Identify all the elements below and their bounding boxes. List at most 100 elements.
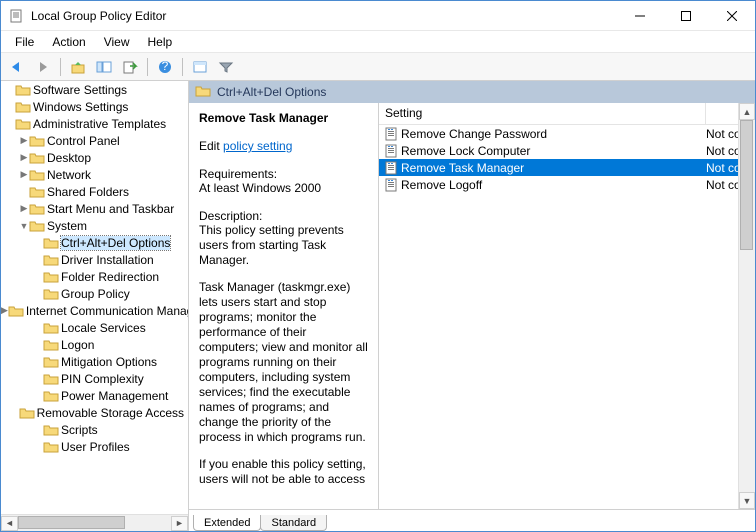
toolbar-up-button[interactable] bbox=[66, 56, 90, 78]
description-paragraph: If you enable this policy setting, users… bbox=[199, 457, 368, 487]
menu-view[interactable]: View bbox=[96, 33, 138, 51]
tree-item-label: Mitigation Options bbox=[61, 355, 157, 369]
tree-caret-icon[interactable]: ▶ bbox=[19, 152, 29, 163]
list-body[interactable]: Remove Change PasswordNot configuredRemo… bbox=[379, 125, 738, 509]
window-title: Local Group Policy Editor bbox=[31, 9, 617, 23]
list-row[interactable]: Remove Lock ComputerNot configured bbox=[379, 142, 738, 159]
tree-item[interactable]: Shared Folders bbox=[1, 183, 188, 200]
tree-item-label: Locale Services bbox=[61, 321, 146, 335]
scroll-up-button[interactable]: ▲ bbox=[739, 103, 755, 120]
close-button[interactable] bbox=[709, 1, 755, 31]
description-paragraph: Task Manager (taskmgr.exe) lets users st… bbox=[199, 280, 368, 445]
folder-icon bbox=[43, 287, 59, 301]
folder-icon bbox=[43, 321, 59, 335]
tree-view[interactable]: Software SettingsWindows SettingsAdminis… bbox=[1, 81, 188, 514]
tab-extended[interactable]: Extended bbox=[193, 515, 261, 531]
scroll-left-button[interactable]: ◄ bbox=[1, 516, 18, 531]
tree-item-label: Group Policy bbox=[61, 287, 130, 301]
toolbar-forward-button[interactable] bbox=[31, 56, 55, 78]
tree-caret-icon[interactable]: ▼ bbox=[19, 221, 29, 231]
tree-item[interactable]: ▼System bbox=[1, 217, 188, 234]
folder-icon bbox=[195, 84, 211, 101]
tree-item-label: User Profiles bbox=[61, 440, 130, 454]
folder-icon bbox=[43, 338, 59, 352]
list-row[interactable]: Remove LogoffNot configured bbox=[379, 176, 738, 193]
tree-item[interactable]: Administrative Templates bbox=[1, 115, 188, 132]
tree-item[interactable]: Locale Services bbox=[1, 319, 188, 336]
content-split: Remove Task Manager Edit policy setting … bbox=[189, 103, 755, 509]
tree-item[interactable]: Group Policy bbox=[1, 285, 188, 302]
policy-icon bbox=[379, 161, 399, 175]
list-row[interactable]: Remove Change PasswordNot configured bbox=[379, 125, 738, 142]
menu-bar: File Action View Help bbox=[1, 31, 755, 53]
toolbar-export-button[interactable] bbox=[118, 56, 142, 78]
tree-item[interactable]: Windows Settings bbox=[1, 98, 188, 115]
tree-item[interactable]: ▶Internet Communication Management bbox=[1, 302, 188, 319]
folder-icon bbox=[15, 83, 31, 97]
scroll-track[interactable] bbox=[18, 516, 171, 531]
column-header-setting[interactable]: Setting bbox=[379, 103, 706, 124]
policy-icon bbox=[379, 144, 399, 158]
toolbar: ? bbox=[1, 53, 755, 81]
tree-item[interactable]: User Profiles bbox=[1, 438, 188, 455]
location-title: Ctrl+Alt+Del Options bbox=[217, 85, 326, 99]
column-header-state[interactable] bbox=[706, 103, 738, 124]
tree-item[interactable]: Folder Redirection bbox=[1, 268, 188, 285]
tree-item[interactable]: ▶Network bbox=[1, 166, 188, 183]
list-row-state: Not configured bbox=[706, 178, 738, 192]
scroll-right-button[interactable]: ► bbox=[171, 516, 188, 531]
scroll-thumb[interactable] bbox=[740, 120, 753, 250]
maximize-button[interactable] bbox=[663, 1, 709, 31]
tree-caret-icon[interactable]: ▶ bbox=[19, 203, 29, 214]
toolbar-show-hide-tree-button[interactable] bbox=[92, 56, 116, 78]
tree-item[interactable]: PIN Complexity bbox=[1, 370, 188, 387]
folder-icon bbox=[8, 304, 24, 318]
tree-item-label: Folder Redirection bbox=[61, 270, 159, 284]
tree-item[interactable]: Mitigation Options bbox=[1, 353, 188, 370]
tree-item[interactable]: Logon bbox=[1, 336, 188, 353]
toolbar-help-button[interactable]: ? bbox=[153, 56, 177, 78]
tree-caret-icon[interactable]: ▶ bbox=[1, 305, 8, 316]
tree-item-label: PIN Complexity bbox=[61, 372, 144, 386]
minimize-button[interactable] bbox=[617, 1, 663, 31]
tree-item[interactable]: ▶Desktop bbox=[1, 149, 188, 166]
folder-icon bbox=[19, 406, 35, 420]
tree-item[interactable]: Power Management bbox=[1, 387, 188, 404]
folder-icon bbox=[43, 236, 59, 250]
folder-icon bbox=[43, 270, 59, 284]
folder-icon bbox=[29, 185, 45, 199]
scroll-track[interactable] bbox=[739, 120, 755, 492]
menu-file[interactable]: File bbox=[7, 33, 42, 51]
tree-item[interactable]: Ctrl+Alt+Del Options bbox=[1, 234, 188, 251]
menu-action[interactable]: Action bbox=[44, 33, 93, 51]
list-row-name: Remove Lock Computer bbox=[399, 144, 706, 158]
list-row-name: Remove Logoff bbox=[399, 178, 706, 192]
tree-caret-icon[interactable]: ▶ bbox=[19, 169, 29, 180]
list-row-name: Remove Task Manager bbox=[399, 161, 706, 175]
tree-item[interactable]: Software Settings bbox=[1, 81, 188, 98]
edit-policy-link[interactable]: policy setting bbox=[223, 139, 292, 153]
tab-standard[interactable]: Standard bbox=[260, 515, 327, 531]
edit-prefix: Edit bbox=[199, 139, 223, 153]
tree-item[interactable]: Removable Storage Access bbox=[1, 404, 188, 421]
tree-horizontal-scrollbar[interactable]: ◄ ► bbox=[1, 514, 188, 531]
list-vertical-scrollbar[interactable]: ▲ ▼ bbox=[738, 103, 755, 509]
scroll-thumb[interactable] bbox=[18, 516, 125, 529]
tree-caret-icon[interactable]: ▶ bbox=[19, 135, 29, 146]
toolbar-back-button[interactable] bbox=[5, 56, 29, 78]
tree-item-label: Start Menu and Taskbar bbox=[47, 202, 174, 216]
scroll-down-button[interactable]: ▼ bbox=[739, 492, 755, 509]
folder-icon bbox=[43, 389, 59, 403]
toolbar-filter-button[interactable] bbox=[214, 56, 238, 78]
tree-item[interactable]: ▶Control Panel bbox=[1, 132, 188, 149]
tree-item-label: Driver Installation bbox=[61, 253, 154, 267]
folder-icon bbox=[43, 355, 59, 369]
folder-icon bbox=[29, 168, 45, 182]
tree-item[interactable]: Driver Installation bbox=[1, 251, 188, 268]
tree-item[interactable]: ▶ Start Menu and Taskbar bbox=[1, 200, 188, 217]
tree-item[interactable]: Scripts bbox=[1, 421, 188, 438]
tree-item-label: Shared Folders bbox=[47, 185, 129, 199]
menu-help[interactable]: Help bbox=[140, 33, 181, 51]
list-row[interactable]: Remove Task ManagerNot configured bbox=[379, 159, 738, 176]
toolbar-properties-button[interactable] bbox=[188, 56, 212, 78]
